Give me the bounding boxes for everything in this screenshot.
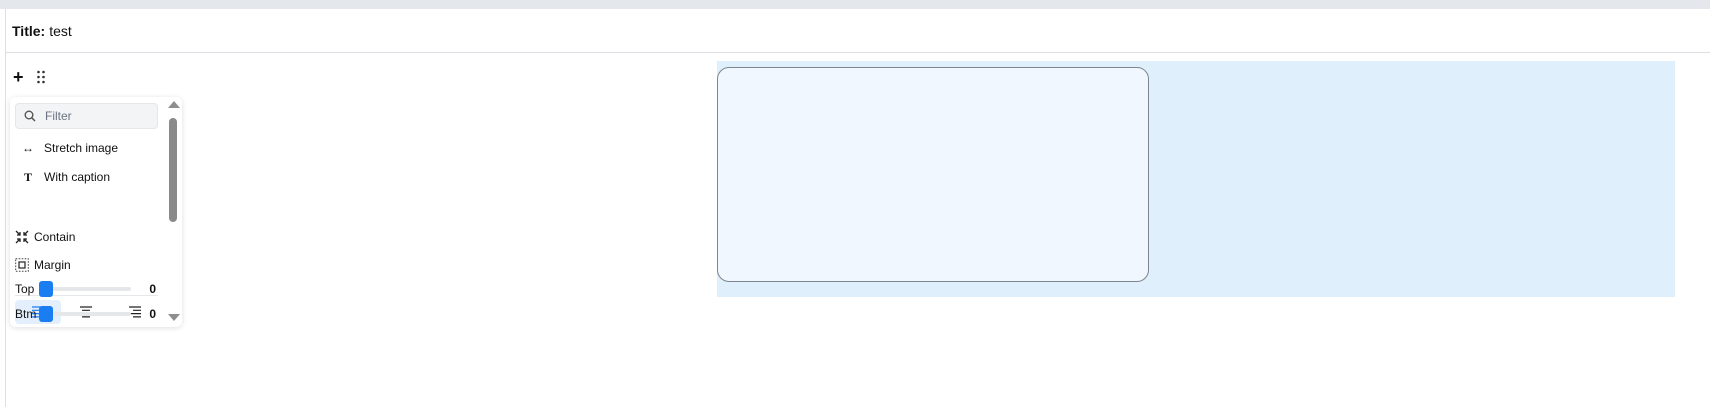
title-value: test: [49, 22, 72, 39]
top-slider-value: 0: [149, 282, 156, 296]
contain-option[interactable]: Contain: [15, 226, 158, 248]
title-bar: Title: test: [6, 9, 1710, 53]
panel-scrollbar[interactable]: [165, 97, 182, 327]
image-placeholder[interactable]: [717, 67, 1149, 282]
bottom-margin-slider-row: Btm 0: [15, 304, 158, 324]
filter-field: [15, 103, 158, 129]
scroll-down-arrow-icon[interactable]: [168, 314, 180, 321]
plus-icon[interactable]: +: [13, 68, 24, 86]
title-label: Title:: [12, 22, 46, 39]
filter-input[interactable]: [45, 109, 141, 123]
contain-label: Contain: [34, 230, 76, 244]
left-border: [5, 9, 6, 407]
browser-top-strip: [0, 0, 1710, 9]
margin-box-icon: [15, 258, 29, 272]
caption-text-icon: T: [23, 169, 32, 184]
scroll-thumb[interactable]: [169, 118, 177, 222]
btm-slider-track[interactable]: [39, 306, 131, 322]
top-slider-label: Top: [15, 282, 35, 296]
block-toolbar: +: [13, 68, 46, 86]
panel-content: ↔ Stretch image T With caption: [10, 97, 164, 327]
btm-slider-thumb[interactable]: [39, 306, 53, 322]
with-caption-label: With caption: [44, 170, 111, 184]
search-icon: [24, 110, 36, 122]
margin-label: Margin: [34, 258, 71, 272]
stretch-arrows-icon: ↔: [22, 141, 34, 155]
top-slider-track[interactable]: [39, 281, 131, 297]
stretch-image-label: Stretch image: [44, 141, 119, 155]
image-settings-panel: ↔ Stretch image T With caption: [10, 97, 182, 327]
btm-slider-label: Btm: [15, 307, 37, 321]
scroll-up-arrow-icon[interactable]: [168, 101, 180, 108]
drag-handle-icon[interactable]: [36, 70, 46, 84]
btm-slider-value: 0: [149, 307, 156, 321]
stretch-image-option[interactable]: ↔ Stretch image: [15, 135, 158, 161]
margin-section: Margin: [15, 254, 158, 276]
with-caption-option[interactable]: T With caption: [15, 164, 158, 190]
top-slider-thumb[interactable]: [39, 281, 53, 297]
top-margin-slider-row: Top 0: [15, 279, 158, 299]
contain-arrows-icon: [15, 230, 29, 244]
